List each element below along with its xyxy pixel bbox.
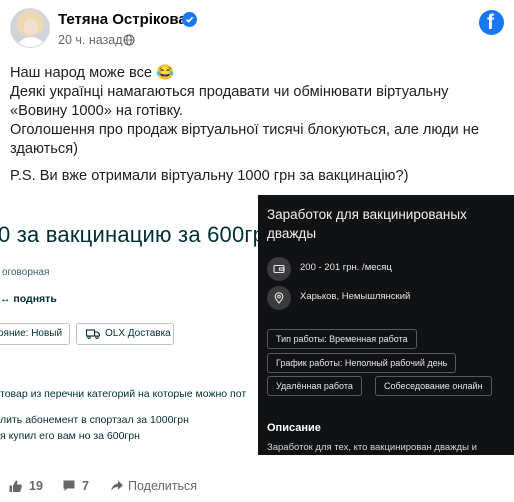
ad-title: 0 за вакцинацию за 600грн: [0, 222, 258, 247]
post-header: Тетяна Острікова 20 ч. назад f: [0, 0, 514, 58]
post-footer: 19 7 Поделиться: [0, 470, 514, 502]
job-schedule-tag: График работы: Неполный рабочий день: [267, 353, 457, 373]
comment-icon: [63, 480, 75, 491]
facebook-logo[interactable]: f: [479, 10, 504, 35]
job-description-text: Заработок для тех, кто вакцинирован дваж…: [267, 442, 477, 453]
like-count: 19: [29, 479, 43, 493]
ad-price-negotiable: оговорная: [2, 267, 50, 278]
ad-raise-label: поднять: [13, 293, 57, 305]
job-type-tag: Тип работы: Временная работа: [267, 329, 417, 349]
ad-description-line: товар из перечни категорий на которые мо…: [0, 388, 247, 400]
ad-raise: ↔ поднять: [0, 293, 57, 305]
author-avatar[interactable]: [10, 8, 50, 48]
post-line: Оголошення про продаж віртуальної тисячі…: [10, 122, 479, 157]
ad-delivery-chip: OLX Доставка: [76, 323, 174, 345]
olx-ad-screenshot[interactable]: 0 за вакцинацию за 600грн оговорная ↔ по…: [0, 195, 258, 455]
post-line: Деякі українці намагаються продавати чи …: [10, 84, 449, 119]
job-location: Харьков, Немышлянский: [300, 291, 411, 302]
job-remote-tag: Удалённая работа: [267, 376, 362, 396]
job-title: Заработок для вакцинированых дважды: [267, 207, 467, 241]
share-icon: [111, 480, 123, 491]
author-name[interactable]: Тетяна Острікова: [58, 11, 187, 28]
ad-condition-chip: ояние: Новый: [0, 323, 70, 345]
post-ps-line: P.S. Ви вже отримали віртуальну 1000 грн…: [10, 168, 409, 184]
job-interview-tag: Собеседование онлайн: [375, 376, 492, 396]
post-text: Наш народ може все 😂 Деякі українці нама…: [10, 64, 506, 186]
post-line: Наш народ може все 😂: [10, 65, 175, 81]
location-pin-icon: [274, 292, 284, 304]
globe-icon: [123, 34, 135, 46]
ad-description-line: лить абонемент в спортзал за 1000грн: [0, 414, 189, 426]
job-ad-screenshot[interactable]: Заработок для вакцинированых дважды 200 …: [258, 195, 514, 455]
wallet-icon: [273, 264, 285, 274]
ad-description-line: я купил его вам но за 600грн: [0, 430, 140, 442]
verified-icon: [182, 12, 197, 27]
post-timestamp[interactable]: 20 ч. назад: [58, 33, 123, 47]
share-label: Поделиться: [128, 479, 198, 493]
comment-count: 7: [82, 479, 89, 493]
job-salary: 200 - 201 грн. /месяц: [300, 262, 392, 273]
comment-button[interactable]: 7: [62, 476, 96, 496]
post-images[interactable]: 0 за вакцинацию за 600грн оговорная ↔ по…: [0, 195, 514, 455]
ad-delivery-label: OLX Доставка: [105, 328, 171, 339]
like-icon: [9, 480, 22, 492]
like-button[interactable]: 19: [8, 476, 50, 496]
job-description-heading: Описание: [267, 422, 321, 434]
share-button[interactable]: Поделиться: [110, 476, 210, 496]
truck-icon: [86, 329, 100, 339]
